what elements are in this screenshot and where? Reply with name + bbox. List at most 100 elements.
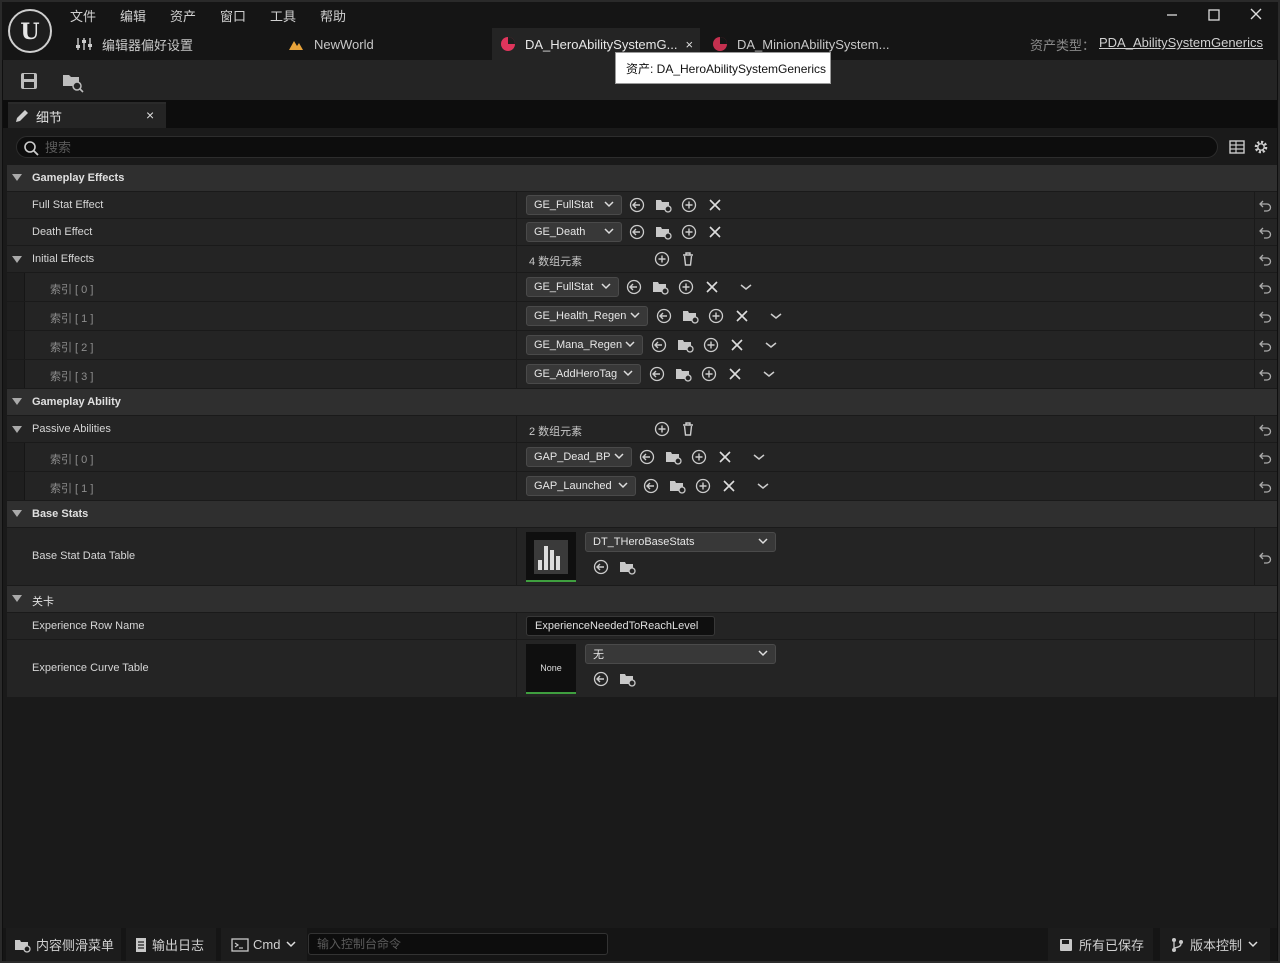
browse-asset-icon[interactable]: [652, 279, 669, 295]
browse-to-asset-button[interactable]: [58, 66, 88, 96]
use-selected-asset-icon[interactable]: [643, 478, 659, 494]
reset-to-default-icon[interactable]: [1258, 479, 1272, 493]
use-selected-asset-icon[interactable]: [639, 449, 655, 465]
console-command-input[interactable]: [308, 933, 608, 955]
browse-asset-icon[interactable]: [655, 224, 672, 240]
clear-icon[interactable]: [704, 279, 720, 295]
use-selected-asset-icon[interactable]: [649, 366, 665, 382]
add-icon[interactable]: [681, 224, 697, 240]
use-selected-asset-icon[interactable]: [626, 279, 642, 295]
maximize-button[interactable]: [1200, 4, 1228, 26]
settings-gear-icon[interactable]: [1252, 138, 1270, 156]
clear-icon[interactable]: [707, 224, 723, 240]
search-input[interactable]: [45, 139, 1205, 156]
chevron-down-icon[interactable]: [755, 478, 771, 494]
menu-edit[interactable]: 编辑: [120, 6, 146, 24]
browse-asset-icon[interactable]: [655, 197, 672, 213]
close-details-tab-icon[interactable]: ×: [146, 107, 154, 123]
curve-table-thumbnail[interactable]: None: [526, 644, 576, 694]
add-icon[interactable]: [703, 337, 719, 353]
add-icon[interactable]: [695, 478, 711, 494]
asset-picker-combo[interactable]: GE_FullStat: [526, 195, 622, 215]
data-table-thumbnail[interactable]: [526, 532, 576, 582]
reset-to-default-icon[interactable]: [1258, 198, 1272, 212]
expand-arrow-icon[interactable]: [12, 398, 22, 406]
clear-icon[interactable]: [727, 366, 743, 382]
asset-picker-combo[interactable]: GE_AddHeroTag: [526, 364, 641, 384]
use-selected-asset-icon[interactable]: [656, 308, 672, 324]
menu-tools[interactable]: 工具: [270, 6, 296, 24]
browse-asset-icon[interactable]: [682, 308, 699, 324]
expand-arrow-icon[interactable]: [12, 426, 22, 434]
browse-asset-icon[interactable]: [619, 559, 636, 575]
menu-window[interactable]: 窗口: [220, 6, 246, 24]
expand-arrow-icon[interactable]: [12, 256, 22, 264]
clear-icon[interactable]: [729, 337, 745, 353]
unreal-logo-icon[interactable]: U: [8, 9, 52, 53]
clear-icon[interactable]: [707, 197, 723, 213]
expand-arrow-icon[interactable]: [12, 595, 22, 603]
minimize-button[interactable]: [1158, 4, 1186, 26]
content-drawer-button[interactable]: 内容侧滑菜单: [6, 928, 121, 961]
source-control-button[interactable]: 版本控制: [1160, 928, 1270, 961]
output-log-button[interactable]: 输出日志: [126, 928, 216, 961]
category-base-stats[interactable]: Base Stats: [7, 501, 1277, 528]
category-level[interactable]: 关卡: [7, 586, 1277, 613]
reset-to-default-icon[interactable]: [1258, 422, 1272, 436]
add-element-icon[interactable]: [654, 421, 670, 437]
add-icon[interactable]: [708, 308, 724, 324]
add-element-icon[interactable]: [654, 251, 670, 267]
asset-picker-combo[interactable]: GE_Mana_Regen: [526, 335, 643, 355]
reset-to-default-icon[interactable]: [1258, 550, 1272, 564]
use-selected-asset-icon[interactable]: [629, 197, 645, 213]
expand-arrow-icon[interactable]: [12, 510, 22, 518]
asset-picker-combo[interactable]: GE_Health_Regen: [526, 306, 648, 326]
experience-row-name-field[interactable]: ExperienceNeededToReachLevel: [526, 616, 715, 636]
clear-icon[interactable]: [721, 478, 737, 494]
reset-to-default-icon[interactable]: [1258, 280, 1272, 294]
use-selected-asset-icon[interactable]: [593, 559, 609, 575]
chevron-down-icon[interactable]: [763, 337, 779, 353]
use-selected-asset-icon[interactable]: [629, 224, 645, 240]
chevron-down-icon[interactable]: [738, 279, 754, 295]
reset-to-default-icon[interactable]: [1258, 450, 1272, 464]
use-selected-asset-icon[interactable]: [593, 671, 609, 687]
menu-asset[interactable]: 资产: [170, 6, 196, 24]
browse-asset-icon[interactable]: [677, 337, 694, 353]
asset-picker-combo[interactable]: GAP_Dead_BP: [526, 447, 632, 467]
browse-asset-icon[interactable]: [669, 478, 686, 494]
menu-file[interactable]: 文件: [70, 6, 96, 24]
asset-picker-combo[interactable]: DT_THeroBaseStats: [585, 532, 776, 552]
asset-picker-combo[interactable]: GAP_Launched: [526, 476, 636, 496]
browse-asset-icon[interactable]: [675, 366, 692, 382]
property-matrix-icon[interactable]: [1228, 138, 1246, 156]
clear-icon[interactable]: [717, 449, 733, 465]
menu-help[interactable]: 帮助: [320, 6, 346, 24]
trash-icon[interactable]: [680, 251, 696, 267]
asset-picker-combo[interactable]: GE_FullStat: [526, 277, 619, 297]
asset-type-link[interactable]: PDA_AbilitySystemGenerics: [1099, 35, 1263, 50]
chevron-down-icon[interactable]: [761, 366, 777, 382]
tab-details[interactable]: 细节 ×: [8, 102, 166, 128]
category-gameplay-ability[interactable]: Gameplay Ability: [7, 389, 1277, 416]
close-tab-icon[interactable]: ×: [685, 37, 693, 52]
browse-asset-icon[interactable]: [619, 671, 636, 687]
chevron-down-icon[interactable]: [751, 449, 767, 465]
add-icon[interactable]: [681, 197, 697, 213]
chevron-down-icon[interactable]: [768, 308, 784, 324]
category-gameplay-effects[interactable]: Gameplay Effects: [7, 165, 1277, 192]
browse-asset-icon[interactable]: [665, 449, 682, 465]
trash-icon[interactable]: [680, 421, 696, 437]
add-icon[interactable]: [678, 279, 694, 295]
cmd-dropdown[interactable]: Cmd: [221, 928, 307, 961]
asset-picker-combo[interactable]: GE_Death: [526, 222, 622, 242]
add-icon[interactable]: [691, 449, 707, 465]
reset-to-default-icon[interactable]: [1258, 309, 1272, 323]
save-button[interactable]: [14, 66, 44, 96]
clear-icon[interactable]: [734, 308, 750, 324]
close-window-button[interactable]: [1242, 4, 1270, 26]
tab-newworld[interactable]: NewWorld: [280, 28, 490, 60]
expand-arrow-icon[interactable]: [12, 174, 22, 182]
all-saved-button[interactable]: 所有已保存: [1048, 928, 1153, 961]
reset-to-default-icon[interactable]: [1258, 225, 1272, 239]
